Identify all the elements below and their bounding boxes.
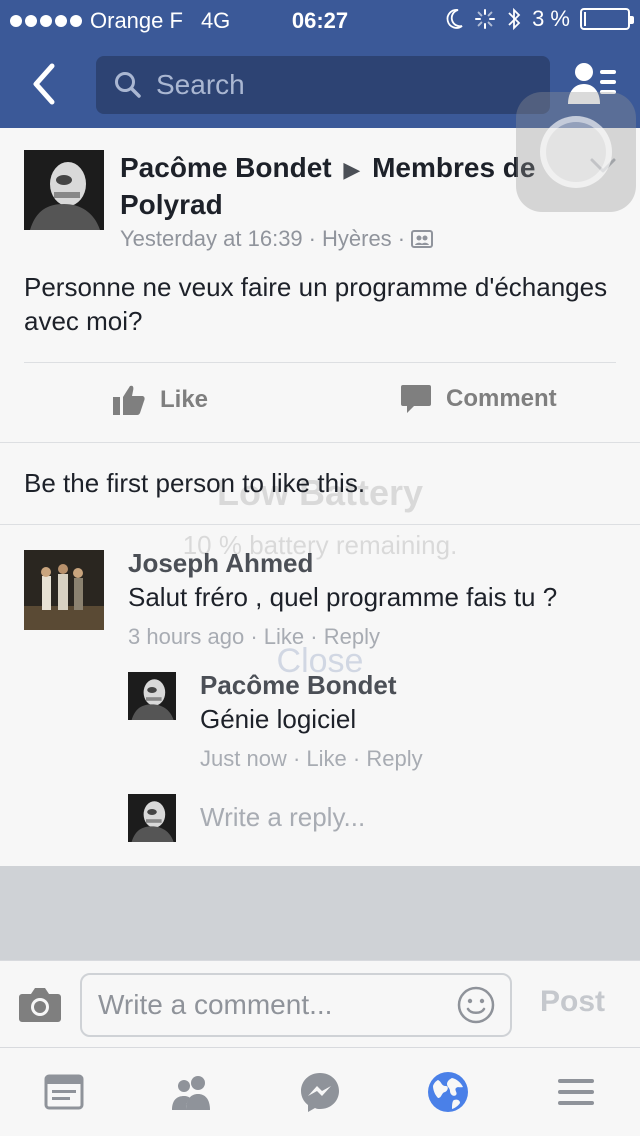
- bluetooth-icon: [508, 7, 521, 31]
- reply-author-name-link[interactable]: Pacôme Bondet: [200, 670, 397, 701]
- commenter-avatar[interactable]: [24, 550, 104, 630]
- meta-separator: ·: [292, 746, 307, 771]
- emoji-smiley-icon[interactable]: [456, 985, 496, 1025]
- reply-text: Génie logiciel: [200, 704, 357, 734]
- shared-to-arrow: ▶: [343, 157, 361, 182]
- post-card: Pacôme Bondet ▶ Membres de Polyrad Yeste…: [0, 128, 640, 866]
- meta-separator: ·: [397, 226, 406, 251]
- tab-bar: [0, 1048, 640, 1136]
- meta-separator: ·: [250, 624, 264, 649]
- news-feed-icon[interactable]: [42, 1070, 86, 1114]
- likes-summary: Be the first person to like this.: [24, 468, 366, 498]
- commenter-name-link[interactable]: Joseph Ahmed: [128, 548, 313, 579]
- battery-percent: 3 %: [532, 6, 570, 31]
- divider: [0, 524, 640, 525]
- comment-composer: Write a comment... Post: [0, 960, 640, 1048]
- divider: [24, 362, 616, 363]
- comment-reply-link[interactable]: Reply: [324, 624, 380, 649]
- like-button[interactable]: Like: [112, 384, 208, 416]
- friends-icon[interactable]: [170, 1070, 214, 1114]
- menu-icon[interactable]: [554, 1070, 598, 1114]
- comment-button[interactable]: Comment: [400, 384, 557, 414]
- search-icon: [115, 72, 141, 98]
- comment-timestamp: 3 hours ago: [128, 624, 245, 649]
- post-comment-button[interactable]: Post: [540, 985, 605, 1019]
- comment-placeholder: Write a comment...: [98, 989, 333, 1020]
- comment-input[interactable]: Write a comment...: [80, 973, 512, 1037]
- comment-label: Comment: [446, 385, 557, 412]
- comment-like-link[interactable]: Like: [264, 624, 304, 649]
- group-audience-icon: [411, 230, 434, 248]
- divider: [0, 442, 640, 443]
- thumbs-up-icon: [113, 385, 145, 415]
- reply-like-link[interactable]: Like: [306, 746, 346, 771]
- reply-timestamp: Just now: [200, 746, 287, 771]
- do-not-disturb-moon-icon: [446, 9, 463, 29]
- assistive-touch-button[interactable]: [516, 92, 636, 212]
- search-placeholder: Search: [156, 69, 245, 100]
- meta-separator: ·: [352, 746, 367, 771]
- meta-separator: ·: [310, 624, 324, 649]
- camera-icon[interactable]: [18, 985, 62, 1025]
- author-avatar[interactable]: [24, 150, 104, 230]
- speech-bubble-icon: [401, 385, 431, 413]
- comment-meta: 3 hours ago · Like · Reply: [128, 624, 380, 650]
- status-right: 3 %: [444, 6, 634, 32]
- reply-author-avatar[interactable]: [128, 672, 176, 720]
- comment-text: Salut fréro , quel programme fais tu ?: [128, 582, 558, 612]
- meta-separator: ·: [308, 226, 316, 251]
- battery-level-fill: [584, 12, 586, 26]
- post-location[interactable]: Hyères: [322, 226, 392, 252]
- current-user-avatar: [128, 794, 176, 842]
- post-timestamp[interactable]: Yesterday at 16:39: [120, 226, 303, 252]
- messenger-icon[interactable]: [298, 1070, 342, 1114]
- post-meta: Yesterday at 16:39 · Hyères ·: [120, 226, 434, 252]
- author-name-link[interactable]: Pacôme Bondet: [120, 152, 332, 183]
- content-background: [0, 866, 640, 960]
- activity-spinner-icon: [475, 9, 496, 29]
- reply-reply-link[interactable]: Reply: [366, 746, 422, 771]
- battery-icon: [580, 8, 634, 30]
- search-field[interactable]: Search: [96, 56, 550, 114]
- write-reply-field[interactable]: Write a reply...: [200, 802, 365, 833]
- status-bar: Orange F 4G 06:27 3 %: [0, 0, 640, 40]
- post-header-title: Pacôme Bondet ▶ Membres de Polyrad: [120, 150, 560, 222]
- like-label: Like: [160, 386, 209, 413]
- back-arrow-icon[interactable]: [22, 56, 66, 112]
- reply-meta: Just now · Like · Reply: [200, 746, 423, 772]
- post-body-text: Personne ne veux faire un programme d'éc…: [24, 272, 608, 336]
- notifications-globe-icon[interactable]: [426, 1070, 470, 1114]
